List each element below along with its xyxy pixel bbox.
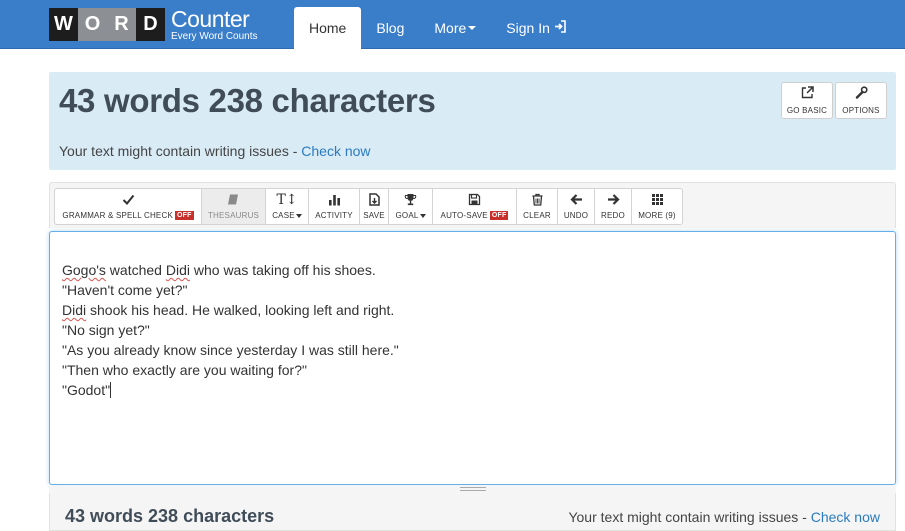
nav-blog[interactable]: Blog — [361, 7, 419, 49]
save-button[interactable]: SAVE — [359, 188, 389, 225]
auto-save-label: AUTO-SAVE — [440, 211, 488, 220]
nav-home-label: Home — [309, 20, 347, 36]
footer-writing-issues-text: Your text might contain writing issues - — [568, 509, 811, 525]
footer-check-now-link[interactable]: Check now — [811, 509, 880, 525]
editor-resize-handle[interactable] — [49, 485, 896, 493]
case-label: CASE — [272, 211, 295, 220]
logo-tile-d: D — [136, 8, 165, 41]
caret-down-icon — [468, 26, 477, 30]
editor-content: Gogo's watched Didi who was taking off h… — [62, 260, 399, 400]
activity-button[interactable]: ACTIVITY — [308, 188, 360, 225]
misspelled-word: Gogo's — [62, 262, 106, 278]
logo-tile-w: W — [49, 8, 78, 41]
arrow-right-icon — [607, 193, 620, 207]
editor-text: "No sign yet?" — [62, 322, 150, 338]
caret-down-icon — [295, 213, 302, 218]
go-basic-button[interactable]: GO BASIC — [781, 82, 833, 119]
save-label: SAVE — [363, 211, 385, 220]
editor-text: "Godot" — [62, 382, 111, 398]
arrow-left-icon — [569, 193, 583, 207]
editor-line: Didi shook his head. He walked, looking … — [62, 300, 399, 320]
logo-text: Counter Every Word Counts — [171, 5, 258, 42]
book-icon — [227, 193, 240, 207]
writing-issues-notice: Your text might contain writing issues -… — [59, 143, 371, 159]
nav-home[interactable]: Home — [294, 7, 362, 49]
bar-chart-icon — [328, 193, 341, 207]
main-nav: Home Blog More Sign In — [294, 7, 582, 49]
editor-text: watched — [105, 262, 166, 278]
footer-writing-issues-notice: Your text might contain writing issues -… — [568, 509, 880, 525]
auto-save-button[interactable]: AUTO-SAVE OFF — [432, 188, 517, 225]
footer-word-character-count: 43 words 238 characters — [65, 506, 275, 526]
more-tools-label: MORE (9) — [638, 211, 676, 220]
undo-label: UNDO — [563, 211, 589, 220]
editor-toolbar: GRAMMAR & SPELL CHECK OFF THESAURUS T↕ CA… — [54, 188, 683, 225]
editor-line: "As you already know since yesterday I w… — [62, 340, 399, 360]
check-icon — [122, 193, 135, 207]
options-button[interactable]: OPTIONS — [835, 82, 887, 119]
check-now-link[interactable]: Check now — [301, 143, 370, 159]
go-basic-label: GO BASIC — [786, 106, 828, 115]
caret-down-icon — [419, 213, 426, 218]
nav-more[interactable]: More — [419, 7, 491, 49]
grammar-spell-check-button[interactable]: GRAMMAR & SPELL CHECK OFF — [54, 188, 202, 225]
editor-text: "As you already know since yesterday I w… — [62, 342, 399, 358]
nav-more-label: More — [434, 20, 467, 36]
navbar: W O R D Counter Every Word Counts Home B… — [0, 0, 905, 49]
word-character-count: 43 words 238 characters — [59, 82, 436, 119]
trash-icon — [531, 193, 544, 207]
logo-name: Counter — [171, 5, 250, 32]
logo-tile-r: R — [107, 8, 136, 41]
text-editor[interactable]: Gogo's watched Didi who was taking off h… — [49, 231, 896, 485]
editor-text: "Then who exactly are you waiting for?" — [62, 362, 307, 378]
logo-tile-o: O — [78, 8, 107, 41]
thesaurus-button[interactable]: THESAURUS — [201, 188, 266, 225]
sign-in-icon — [554, 20, 567, 36]
editor-line: "No sign yet?" — [62, 320, 399, 340]
undo-button[interactable]: UNDO — [557, 188, 595, 225]
wordcounter-logo[interactable]: W O R D Counter Every Word Counts — [49, 6, 258, 43]
grammar-off-badge: OFF — [175, 211, 194, 220]
options-label: OPTIONS — [842, 106, 880, 115]
redo-label: REDO — [601, 211, 625, 220]
logo-tagline: Every Word Counts — [171, 30, 258, 42]
footer-count-bar: 43 words 238 characters Your text might … — [49, 493, 896, 531]
editor-text: shook his head. He walked, looking left … — [86, 302, 395, 318]
editor-line: "Godot" — [62, 380, 399, 400]
editor-line: Gogo's watched Didi who was taking off h… — [62, 260, 399, 280]
case-dropdown-button[interactable]: T↕ CASE — [265, 188, 309, 225]
floppy-icon — [468, 193, 481, 207]
editor-text: who was taking off his shoes. — [189, 262, 376, 278]
more-tools-button[interactable]: MORE (9) — [631, 188, 683, 225]
goal-label: GOAL — [395, 211, 419, 220]
editor-toolbar-container: GRAMMAR & SPELL CHECK OFF THESAURUS T↕ CA… — [49, 182, 896, 228]
nav-blog-label: Blog — [376, 20, 405, 36]
editor-text: "Haven't come yet?" — [62, 282, 188, 298]
misspelled-word: Didi — [62, 302, 87, 318]
thesaurus-label: THESAURUS — [207, 211, 260, 220]
external-link-icon — [801, 86, 814, 102]
grid-icon — [651, 193, 664, 207]
text-case-icon: T↕ — [276, 192, 298, 208]
nav-sign-in-label: Sign In — [506, 20, 550, 36]
goal-dropdown-button[interactable]: GOAL — [388, 188, 433, 225]
grammar-spell-check-label: GRAMMAR & SPELL CHECK — [62, 211, 173, 220]
count-summary-panel: 43 words 238 characters Your text might … — [49, 72, 896, 170]
wrench-icon — [855, 86, 868, 102]
editor-line: "Haven't come yet?" — [62, 280, 399, 300]
clear-button[interactable]: CLEAR — [516, 188, 558, 225]
misspelled-word: Didi — [165, 262, 190, 278]
editor-line: "Then who exactly are you waiting for?" — [62, 360, 399, 380]
text-cursor — [110, 382, 112, 398]
redo-button[interactable]: REDO — [594, 188, 632, 225]
nav-sign-in[interactable]: Sign In — [491, 7, 582, 49]
auto-save-off-badge: OFF — [489, 211, 509, 220]
save-file-icon — [368, 193, 381, 207]
clear-label: CLEAR — [523, 211, 551, 220]
trophy-icon — [404, 193, 417, 207]
writing-issues-text: Your text might contain writing issues - — [59, 143, 302, 159]
resize-grip-icon — [459, 487, 486, 491]
activity-label: ACTIVITY — [315, 211, 353, 220]
